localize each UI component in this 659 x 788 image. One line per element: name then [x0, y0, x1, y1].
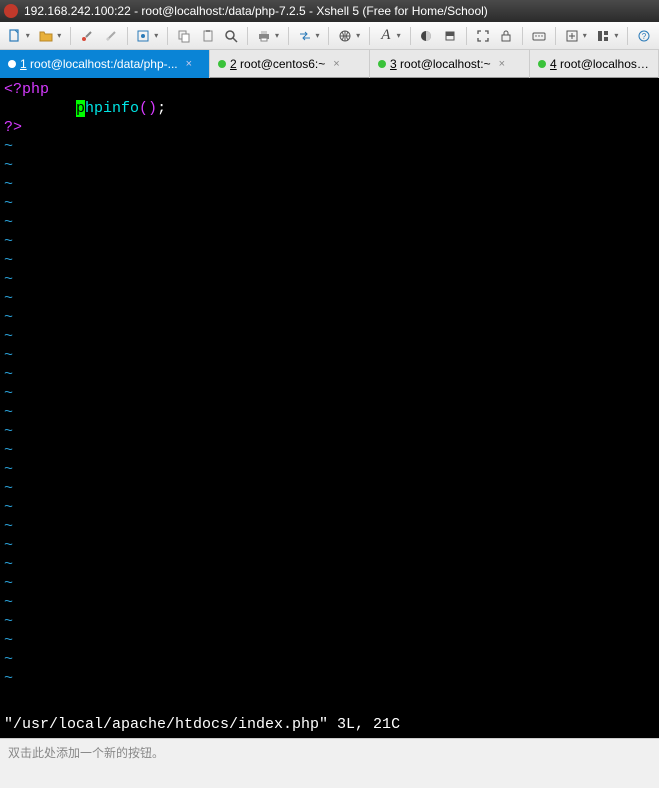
vim-tilde: ~ — [4, 347, 13, 364]
highlight-icon[interactable] — [439, 25, 461, 47]
status-dot-icon — [218, 60, 226, 68]
toolbar-separator — [466, 27, 467, 45]
svg-text:?: ? — [642, 32, 647, 41]
toolbar-separator — [70, 27, 71, 45]
tab-label: 1 root@localhost:/data/php-... — [20, 57, 178, 71]
vim-tilde: ~ — [4, 499, 13, 516]
search-icon[interactable] — [221, 25, 243, 47]
vim-tilde: ~ — [4, 328, 13, 345]
toolbar-separator — [627, 27, 628, 45]
status-dot-icon — [538, 60, 546, 68]
new-file-icon[interactable] — [4, 25, 26, 47]
tab-close-icon[interactable]: × — [499, 58, 505, 70]
dropdown-icon[interactable]: ▾ — [356, 31, 364, 40]
dropdown-icon[interactable]: ▾ — [154, 31, 162, 40]
vim-tilde: ~ — [4, 138, 13, 155]
tab-label: 2 root@centos6:~ — [230, 57, 325, 71]
keyboard-icon[interactable] — [528, 25, 550, 47]
tab-session-4[interactable]: 4 root@localhost:~ — [530, 50, 659, 78]
help-icon[interactable]: ? — [633, 25, 655, 47]
window-titlebar: 192.168.242.100:22 - root@localhost:/dat… — [0, 0, 659, 22]
toolbar-separator — [522, 27, 523, 45]
font-icon[interactable]: A — [375, 25, 397, 47]
toolbar-separator — [369, 27, 370, 45]
disconnect-icon[interactable] — [100, 25, 122, 47]
reconnect-icon[interactable] — [76, 25, 98, 47]
vim-tilde: ~ — [4, 195, 13, 212]
layout-icon[interactable] — [593, 25, 615, 47]
dropdown-icon[interactable]: ▾ — [275, 31, 283, 40]
cursor: p — [76, 100, 85, 117]
toolbar-separator — [328, 27, 329, 45]
vim-tilde: ~ — [4, 575, 13, 592]
lock-icon[interactable] — [496, 25, 518, 47]
vim-tilde: ~ — [4, 594, 13, 611]
vim-tilde: ~ — [4, 556, 13, 573]
app-icon — [4, 4, 18, 18]
tab-label: 4 root@localhost:~ — [550, 57, 650, 71]
status-dot-icon — [378, 60, 386, 68]
vim-tilde: ~ — [4, 632, 13, 649]
vim-tilde: ~ — [4, 670, 13, 687]
tab-session-1[interactable]: 1 root@localhost:/data/php-... × — [0, 50, 210, 78]
open-folder-icon[interactable] — [36, 25, 58, 47]
dropdown-icon[interactable]: ▾ — [614, 31, 622, 40]
copy-icon[interactable] — [173, 25, 195, 47]
tab-session-3[interactable]: 3 root@localhost:~ × — [370, 50, 530, 78]
fullscreen-icon[interactable] — [472, 25, 494, 47]
status-dot-icon — [8, 60, 16, 68]
terminal-view[interactable]: <?php phpinfo(); ?> ~ ~ ~ ~ ~ ~ ~ ~ ~ ~ … — [0, 78, 659, 738]
main-toolbar: ▾ ▾ ▾ ▾ ▾ ▾ A ▾ — [0, 22, 659, 50]
vim-tilde: ~ — [4, 157, 13, 174]
properties-icon[interactable] — [133, 25, 155, 47]
quick-button-hint: 双击此处添加一个新的按钮。 — [8, 744, 164, 761]
code-line: <?php — [4, 81, 49, 98]
vim-tilde: ~ — [4, 404, 13, 421]
paste-icon[interactable] — [197, 25, 219, 47]
dropdown-icon[interactable]: ▾ — [583, 31, 591, 40]
dropdown-icon[interactable]: ▾ — [26, 31, 34, 40]
toolbar-separator — [288, 27, 289, 45]
vim-tilde: ~ — [4, 480, 13, 497]
vim-tilde: ~ — [4, 461, 13, 478]
vim-status-line: "/usr/local/apache/htdocs/index.php" 3L,… — [4, 715, 400, 734]
vim-tilde: ~ — [4, 176, 13, 193]
toolbar-separator — [410, 27, 411, 45]
globe-icon[interactable] — [334, 25, 356, 47]
vim-tilde: ~ — [4, 252, 13, 269]
print-icon[interactable] — [253, 25, 275, 47]
toolbar-separator — [167, 27, 168, 45]
vim-tilde: ~ — [4, 290, 13, 307]
vim-tilde: ~ — [4, 271, 13, 288]
vim-tilde: ~ — [4, 385, 13, 402]
tab-label: 3 root@localhost:~ — [390, 57, 491, 71]
tab-close-icon[interactable]: × — [186, 58, 192, 70]
toolbar-separator — [247, 27, 248, 45]
vim-tilde: ~ — [4, 423, 13, 440]
tab-session-2[interactable]: 2 root@centos6:~ × — [210, 50, 370, 78]
vim-tilde: ~ — [4, 214, 13, 231]
vim-tilde: ~ — [4, 518, 13, 535]
tab-close-icon[interactable]: × — [333, 58, 339, 70]
vim-tilde: ~ — [4, 233, 13, 250]
vim-tilde: ~ — [4, 309, 13, 326]
vim-tilde: ~ — [4, 613, 13, 630]
toolbar-separator — [555, 27, 556, 45]
dropdown-icon[interactable]: ▾ — [316, 31, 324, 40]
add-icon[interactable] — [561, 25, 583, 47]
toolbar-separator — [127, 27, 128, 45]
vim-tilde: ~ — [4, 366, 13, 383]
vim-tilde: ~ — [4, 442, 13, 459]
vim-tilde: ~ — [4, 651, 13, 668]
dropdown-icon[interactable]: ▾ — [57, 31, 65, 40]
vim-tilde: ~ — [4, 537, 13, 554]
quick-button-bar[interactable]: 双击此处添加一个新的按钮。 — [0, 738, 659, 766]
code-line: phpinfo(); — [4, 100, 166, 117]
transfer-icon[interactable] — [294, 25, 316, 47]
session-tabs: 1 root@localhost:/data/php-... × 2 root@… — [0, 50, 659, 78]
color-scheme-icon[interactable] — [416, 25, 438, 47]
code-line: ?> — [4, 119, 22, 136]
window-title: 192.168.242.100:22 - root@localhost:/dat… — [24, 4, 488, 18]
dropdown-icon[interactable]: ▾ — [397, 31, 405, 40]
